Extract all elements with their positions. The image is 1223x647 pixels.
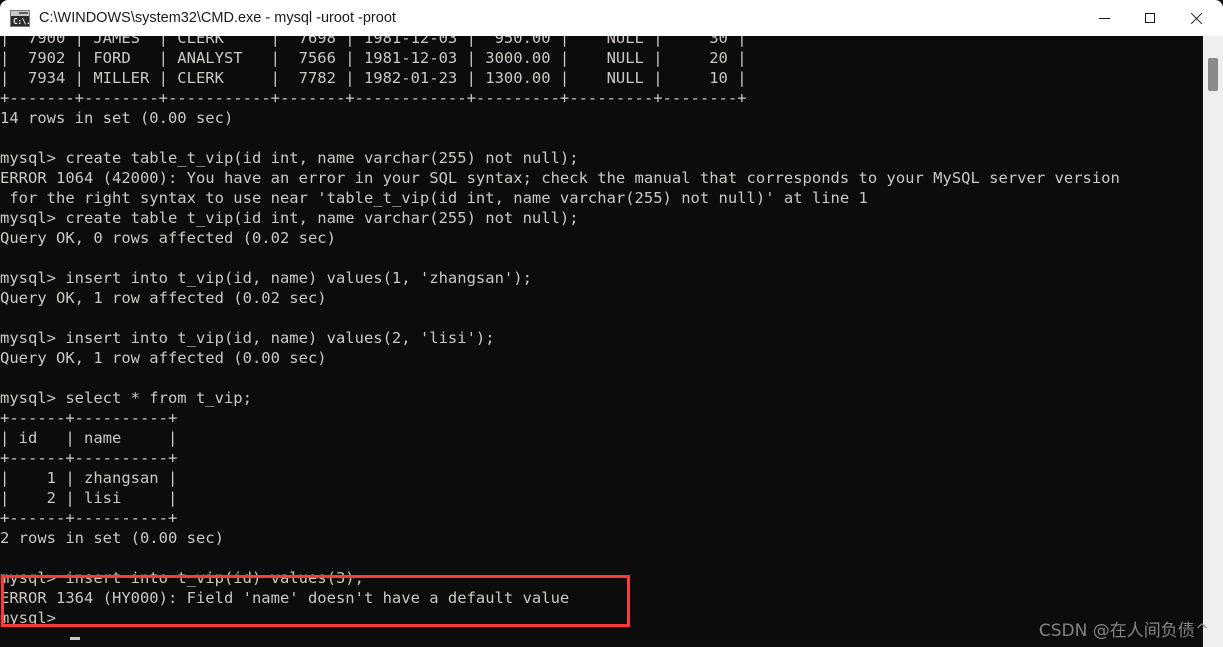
cmd-window: C:\. C:\WINDOWS\system32\CMD.exe - mysql… xyxy=(0,0,1223,647)
console-text: | 7900 | JAMES | CLERK | 7698 | 1981-12-… xyxy=(0,36,1203,628)
console-line: | 7934 | MILLER | CLERK | 7782 | 1982-01… xyxy=(0,69,747,87)
title-bar[interactable]: C:\. C:\WINDOWS\system32\CMD.exe - mysql… xyxy=(0,0,1223,36)
console-output-area[interactable]: | 7900 | JAMES | CLERK | 7698 | 1981-12-… xyxy=(0,36,1223,647)
console-line: ERROR 1364 (HY000): Field 'name' doesn't… xyxy=(0,589,570,607)
console-line: ERROR 1064 (42000): You have an error in… xyxy=(0,169,1120,187)
console-line: 14 rows in set (0.00 sec) xyxy=(0,109,234,127)
console-line: | 1 | zhangsan | xyxy=(0,469,178,487)
console-line: 2 rows in set (0.00 sec) xyxy=(0,529,224,547)
console-line: Query OK, 1 row affected (0.02 sec) xyxy=(0,289,327,307)
console-line: +------+----------+ xyxy=(0,509,178,527)
console-line: mysql> insert into t_vip(id) values(3); xyxy=(0,569,364,587)
console-line: +-------+--------+-----------+-------+--… xyxy=(0,89,747,107)
console-line: +------+----------+ xyxy=(0,409,178,427)
console-line: | id | name | xyxy=(0,429,178,447)
cmd-icon-glyph: C:\. xyxy=(13,16,30,26)
console-line: | 7900 | JAMES | CLERK | 7698 | 1981-12-… xyxy=(0,36,747,47)
console-line: mysql> create table_t_vip(id int, name v… xyxy=(0,149,579,167)
title-bar-left: C:\. C:\WINDOWS\system32\CMD.exe - mysql… xyxy=(0,9,1081,27)
console-line: | 7902 | FORD | ANALYST | 7566 | 1981-12… xyxy=(0,49,747,67)
close-button[interactable] xyxy=(1173,0,1219,36)
console-line: for the right syntax to use near 'table_… xyxy=(0,189,868,207)
console-line: | 2 | lisi | xyxy=(0,489,178,507)
console-line: +------+----------+ xyxy=(0,449,178,467)
close-icon xyxy=(1190,12,1203,25)
cmd-icon: C:\. xyxy=(10,9,30,27)
minimize-button[interactable] xyxy=(1081,0,1127,36)
maximize-icon xyxy=(1145,13,1155,23)
minimize-icon xyxy=(1098,17,1110,19)
console-line: Query OK, 0 rows affected (0.02 sec) xyxy=(0,229,336,247)
console-line: mysql> insert into t_vip(id, name) value… xyxy=(0,269,532,287)
console-line: Query OK, 1 row affected (0.00 sec) xyxy=(0,349,327,367)
maximize-button[interactable] xyxy=(1127,0,1173,36)
console-line: mysql> create table t_vip(id int, name v… xyxy=(0,209,579,227)
console-line: mysql> select * from t_vip; xyxy=(0,389,252,407)
scrollbar-thumb[interactable] xyxy=(1208,58,1218,91)
window-controls xyxy=(1081,0,1223,36)
vertical-scrollbar[interactable] xyxy=(1203,36,1223,647)
console-line: mysql> insert into t_vip(id, name) value… xyxy=(0,329,495,347)
terminal-cursor xyxy=(70,637,80,640)
watermark: CSDN @在人间负债^ xyxy=(1038,621,1209,641)
window-title: C:\WINDOWS\system32\CMD.exe - mysql -uro… xyxy=(39,10,396,26)
console-line: mysql> xyxy=(0,609,66,627)
